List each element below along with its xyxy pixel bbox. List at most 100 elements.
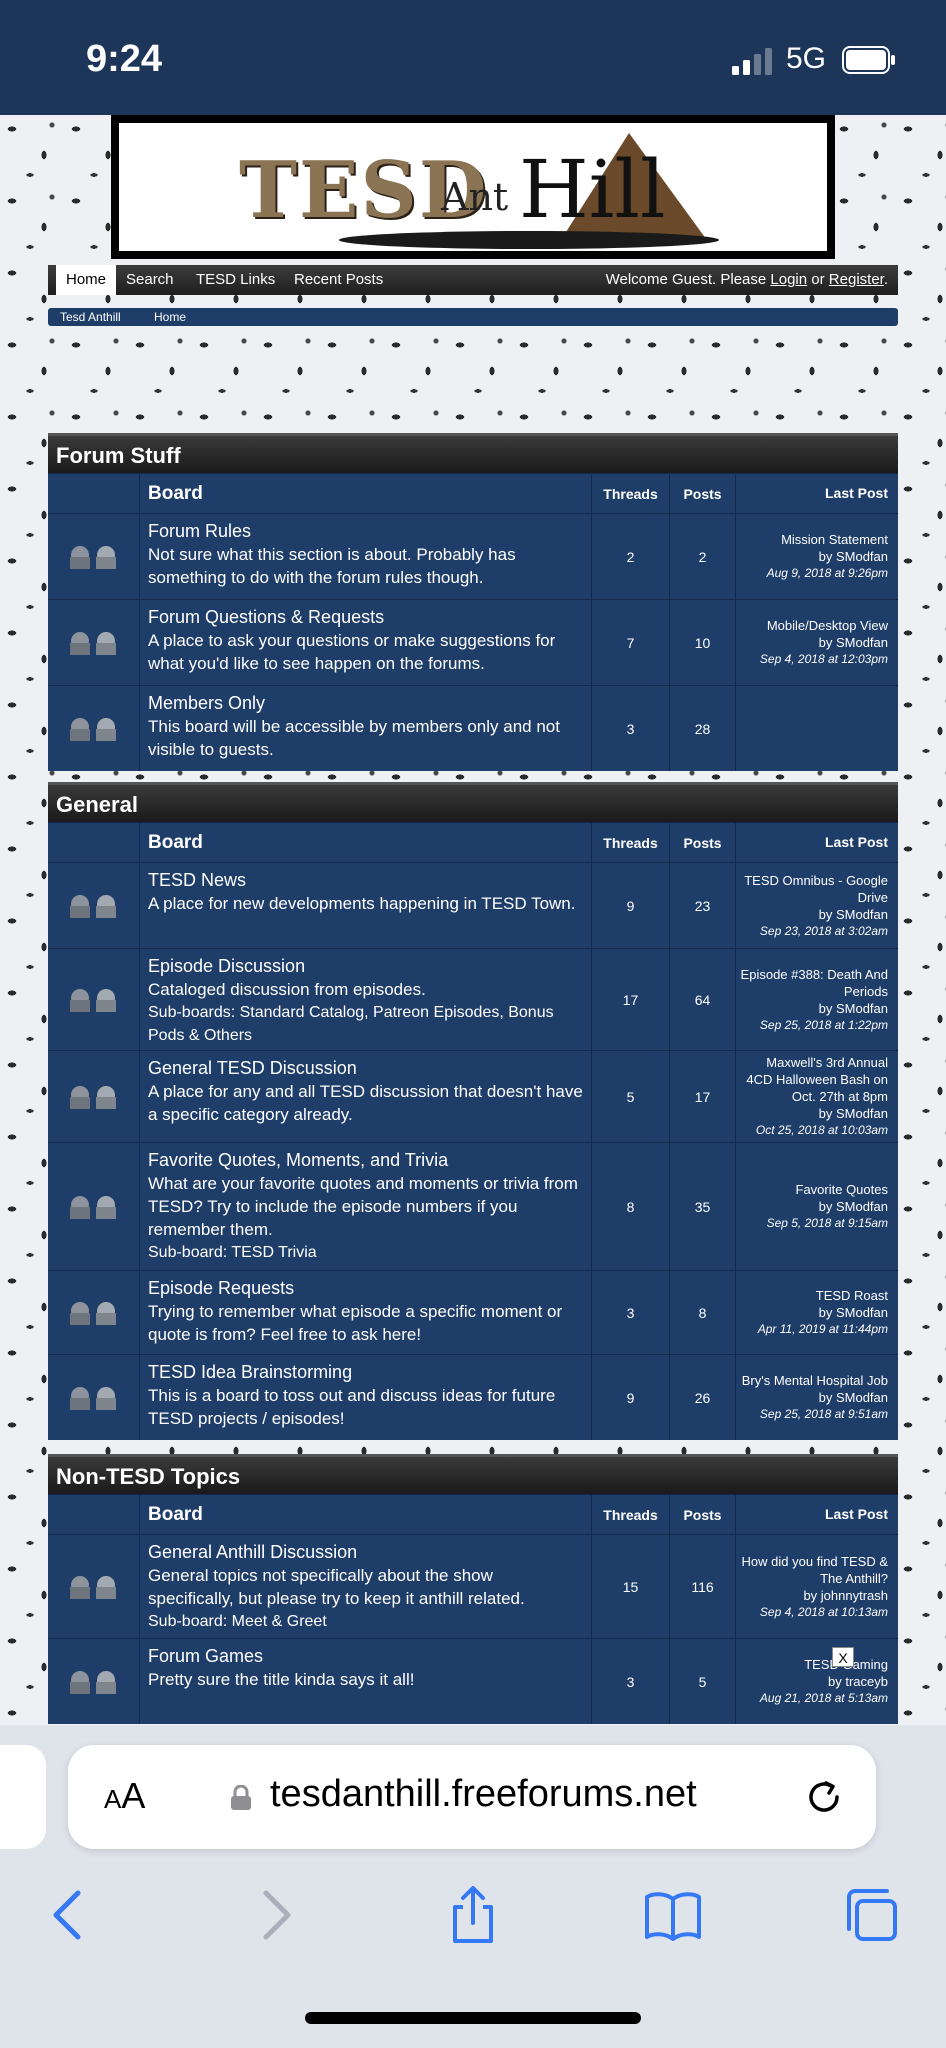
board-row[interactable]: TESD Idea Brainstorming This is a board t…	[48, 1354, 898, 1440]
board-row[interactable]: Episode Requests Trying to remember what …	[48, 1270, 898, 1354]
board-title[interactable]: Favorite Quotes, Moments, and Trivia	[148, 1149, 583, 1172]
reader-settings-button[interactable]: AA	[104, 1775, 145, 1817]
board-row[interactable]: General Anthill Discussion General topics…	[48, 1534, 898, 1638]
last-post-link[interactable]: How did you find TESD & The Anthill?	[740, 1553, 888, 1587]
header-icon-cell	[48, 823, 140, 862]
reload-icon[interactable]	[804, 1777, 844, 1817]
address-bar[interactable]: AA tesdanthill.freeforums.net	[68, 1745, 876, 1849]
last-post-author[interactable]: by SModfan	[740, 1105, 888, 1122]
board-row[interactable]: Forum Questions & Requests A place to ask…	[48, 599, 898, 685]
thread-count: 8	[592, 1143, 670, 1270]
last-post-link[interactable]: Favorite Quotes	[740, 1181, 889, 1198]
ad-close-button[interactable]: X	[832, 1647, 854, 1667]
thread-count: 3	[592, 1271, 670, 1354]
header-board: Board	[140, 1495, 592, 1534]
last-post-link[interactable]: Mission Statement	[740, 531, 888, 548]
board-description: A place to ask your questions or make su…	[148, 631, 556, 673]
nav-recent-posts-link[interactable]: Recent Posts	[284, 265, 393, 295]
nav-bar: Home Search TESD Links Recent Posts Welc…	[48, 265, 898, 295]
network-label: 5G	[786, 42, 827, 75]
sub-boards-links[interactable]: Sub-board: TESD Trivia	[148, 1241, 583, 1264]
last-post-author[interactable]: by SModfan	[740, 1304, 888, 1321]
last-post-link[interactable]: TESD Omnibus - Google Drive	[740, 872, 888, 906]
board-title[interactable]: Forum Questions & Requests	[148, 606, 583, 629]
last-post-author[interactable]: by SModfan	[740, 548, 888, 565]
last-post-cell: TESD Roast by SModfan Apr 11, 2019 at 11:4…	[736, 1271, 898, 1354]
board-row[interactable]: TESD News A place for new developments ha…	[48, 862, 898, 948]
last-post-cell: Episode #388: Death And Periods by SModfa…	[736, 949, 898, 1050]
board-title[interactable]: Forum Games	[148, 1645, 583, 1668]
thread-count: 2	[592, 514, 670, 599]
last-post-author[interactable]: by SModfan	[740, 1198, 888, 1215]
web-page[interactable]: TESD Ant Hill Home Search TESD Links Rec…	[0, 115, 946, 1725]
home-indicator[interactable]	[305, 2012, 641, 2024]
last-post-author[interactable]: by SModfan	[740, 634, 888, 651]
board-icon-cell	[48, 863, 140, 948]
board-icon-cell	[48, 686, 140, 771]
back-icon[interactable]	[40, 1885, 100, 1945]
register-link[interactable]: Register	[829, 271, 884, 288]
last-post-author[interactable]: by SModfan	[740, 1389, 888, 1406]
board-description: This board will be accessible by members…	[148, 717, 560, 759]
breadcrumb-home[interactable]: Home	[154, 308, 186, 326]
board-title[interactable]: Episode Discussion	[148, 955, 583, 978]
breadcrumb-anthill[interactable]: Tesd Anthill	[60, 308, 121, 326]
previous-tab-peek[interactable]	[0, 1745, 46, 1849]
header-threads: Threads	[592, 474, 670, 513]
nav-home-link[interactable]: Home	[56, 265, 117, 295]
last-post-link[interactable]: TESD Roast	[740, 1287, 888, 1304]
nav-links-link[interactable]: TESD Links	[186, 265, 285, 295]
last-post-date: Aug 21, 2018 at 5:13am	[759, 1691, 888, 1705]
board-row[interactable]: Episode Discussion Cataloged discussion f…	[48, 948, 898, 1050]
board-row[interactable]: Favorite Quotes, Moments, and Trivia What…	[48, 1142, 898, 1270]
tabs-icon[interactable]	[843, 1885, 903, 1945]
board-description: A place for any and all TESD discussion …	[148, 1082, 583, 1124]
last-post-link[interactable]: Maxwell's 3rd Annual 4CD Halloween Bash …	[740, 1054, 888, 1105]
login-link[interactable]: Login	[770, 271, 807, 288]
board-icon-cell	[48, 1143, 140, 1270]
last-post-link[interactable]: Episode #388: Death And Periods	[740, 966, 888, 1000]
board-title[interactable]: TESD Idea Brainstorming	[148, 1361, 583, 1384]
last-post-author[interactable]: by SModfan	[740, 906, 888, 923]
last-post-author[interactable]: by SModfan	[740, 1000, 888, 1017]
board-icon-cell	[48, 1271, 140, 1354]
board-title[interactable]: General TESD Discussion	[148, 1057, 583, 1080]
category-non-tesd-topics: Non-TESD Topics Board Threads Posts Last…	[48, 1454, 898, 1724]
board-title[interactable]: Members Only	[148, 692, 583, 715]
site-banner[interactable]: TESD Ant Hill	[111, 115, 835, 259]
share-icon[interactable]	[443, 1885, 503, 1945]
board-row[interactable]: General TESD Discussion A place for any a…	[48, 1050, 898, 1142]
post-count: 23	[670, 863, 736, 948]
bookmarks-icon[interactable]	[643, 1885, 703, 1945]
category-title[interactable]: General	[48, 782, 898, 822]
sub-boards-links[interactable]: Sub-boards: Standard Catalog, Patreon Ep…	[148, 1001, 583, 1047]
nav-search-link[interactable]: Search	[116, 265, 184, 295]
board-row[interactable]: Forum Games Pretty sure the title kinda s…	[48, 1638, 898, 1724]
logo-text-hill: Hill	[519, 143, 666, 236]
last-post-link[interactable]: TESD Gaming	[740, 1656, 888, 1673]
sub-boards-links[interactable]: Sub-board: Meet & Greet	[148, 1610, 583, 1633]
last-post-author[interactable]: by johnnytrash	[740, 1587, 888, 1604]
lock-icon	[231, 1785, 251, 1810]
board-title[interactable]: General Anthill Discussion	[148, 1541, 583, 1564]
welcome-or: or	[811, 271, 825, 288]
forward-icon[interactable]	[244, 1885, 304, 1945]
breadcrumb: Tesd Anthill Home	[48, 308, 898, 326]
category-title[interactable]: Forum Stuff	[48, 433, 898, 473]
board-row[interactable]: Members Only This board will be accessibl…	[48, 685, 898, 771]
last-post-date: Apr 11, 2019 at 11:44pm	[757, 1322, 888, 1336]
board-icon-cell	[48, 1051, 140, 1142]
board-title[interactable]: Episode Requests	[148, 1277, 583, 1300]
board-icon-cell	[48, 949, 140, 1050]
last-post-author[interactable]: by traceyb	[740, 1673, 888, 1690]
last-post-link[interactable]: Mobile/Desktop View	[740, 617, 888, 634]
board-row[interactable]: Forum Rules Not sure what this section is…	[48, 513, 898, 599]
url-text[interactable]: tesdanthill.freeforums.net	[270, 1773, 697, 1816]
welcome-text: Welcome Guest. Please	[605, 271, 767, 288]
category-general: General Board Threads Posts Last Post TE…	[48, 782, 898, 1440]
board-title[interactable]: TESD News	[148, 869, 583, 892]
category-title[interactable]: Non-TESD Topics	[48, 1454, 898, 1494]
post-count: 26	[670, 1355, 736, 1440]
last-post-link[interactable]: Bry's Mental Hospital Job	[740, 1372, 888, 1389]
board-title[interactable]: Forum Rules	[148, 520, 583, 543]
